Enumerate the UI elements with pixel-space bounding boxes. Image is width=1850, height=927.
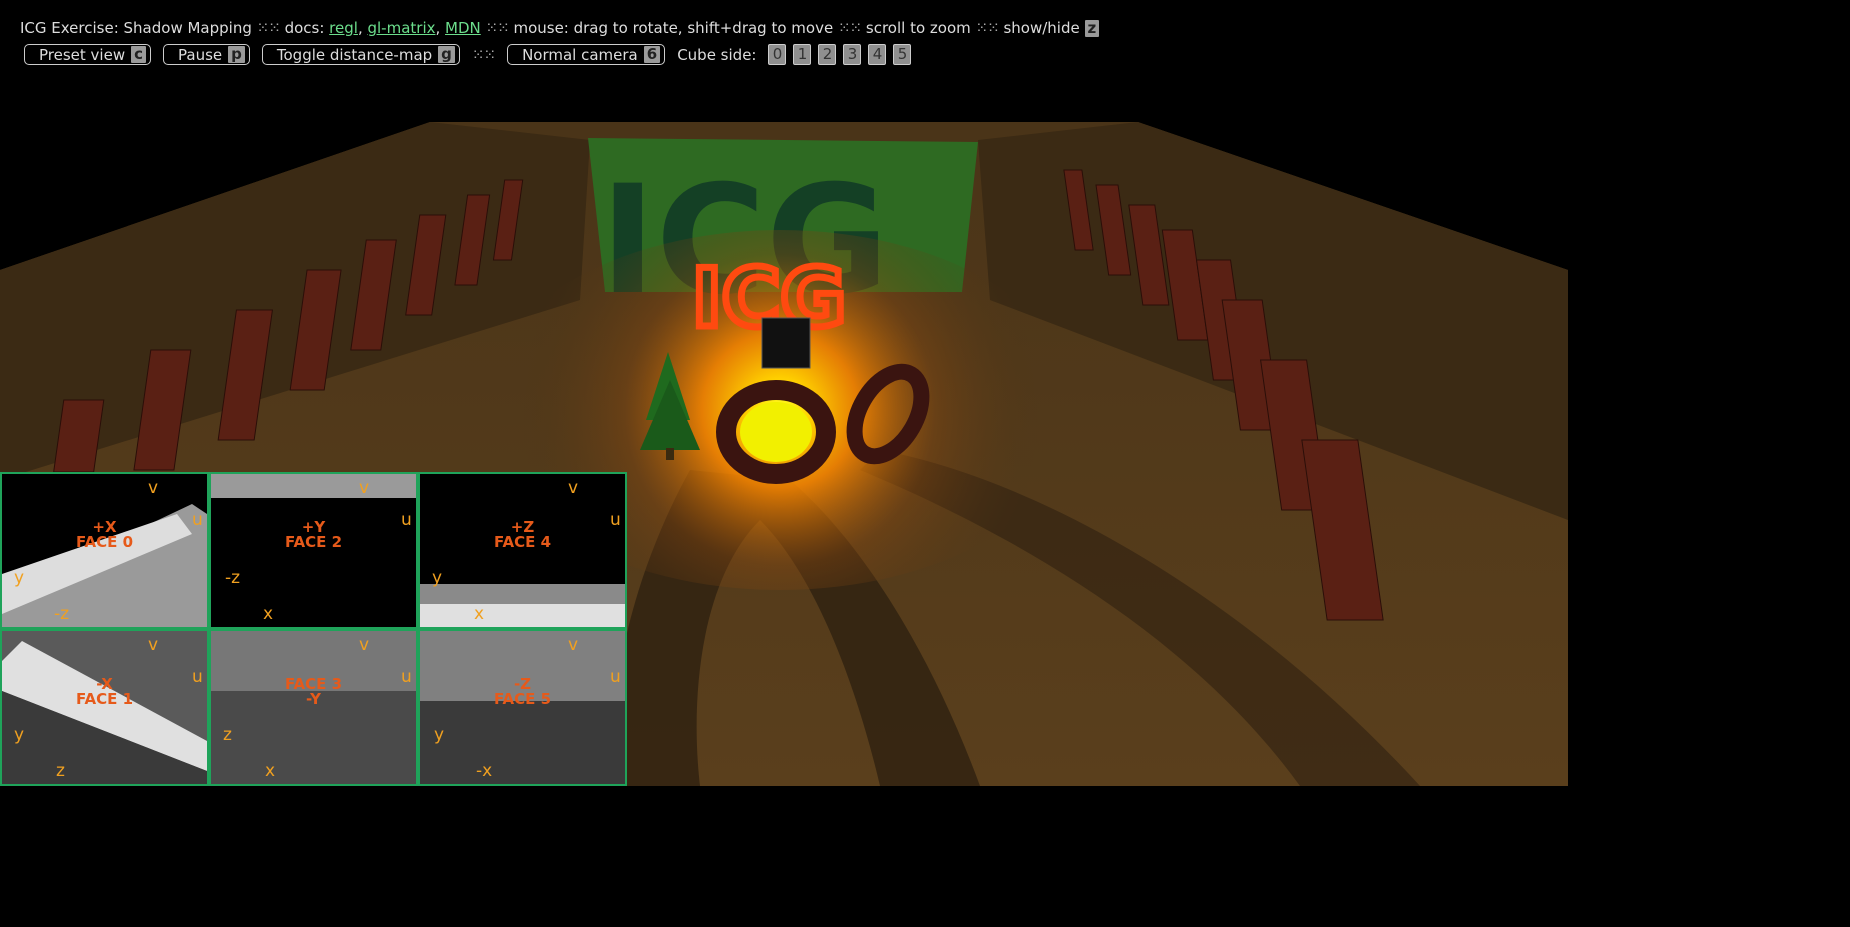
face-panel: FACE 3 -Y v u z x [209, 629, 418, 786]
mdn-link[interactable]: MDN [445, 19, 481, 37]
v-axis-label: v [148, 635, 159, 655]
face-render [420, 631, 625, 784]
face-panel: -Z FACE 5 v u y -x [418, 629, 627, 786]
preset-view-button[interactable]: Preset view c [24, 44, 151, 65]
normal-camera-key: 6 [643, 46, 661, 63]
toggle-distance-map-button[interactable]: Toggle distance-map g [261, 44, 460, 65]
right-axis-label: -x [476, 761, 493, 781]
up-axis-label: z [223, 725, 232, 745]
up-axis-label: y [434, 725, 445, 745]
normal-camera-button[interactable]: Normal camera 6 [507, 44, 666, 65]
cube-side-label: Cube side: [677, 45, 757, 64]
toggle-distance-map-key: g [438, 46, 455, 63]
showhide-key: z [1084, 20, 1100, 37]
showhide-label: show/hide [1003, 19, 1080, 37]
u-axis-label: u [401, 667, 412, 687]
cube-side-selector: 0 1 2 3 4 5 [768, 44, 912, 65]
preset-view-key: c [131, 46, 146, 63]
right-axis-label: z [56, 761, 65, 781]
scroll-help: scroll to zoom [865, 19, 971, 37]
v-axis-label: v [359, 478, 370, 498]
face-render [2, 631, 207, 784]
u-axis-label: u [192, 510, 203, 530]
pause-button[interactable]: Pause p [163, 44, 250, 65]
face-label: +Y FACE 2 [284, 518, 343, 551]
u-axis-label: u [192, 667, 203, 687]
regl-link[interactable]: regl [329, 19, 358, 37]
pause-label: Pause [178, 45, 223, 64]
toggle-distance-map-label: Toggle distance-map [276, 45, 433, 64]
up-axis-label: y [14, 568, 25, 588]
face-panel: -X FACE 1 v u y z [0, 629, 209, 786]
cube-side-4-button[interactable]: 4 [868, 44, 887, 65]
cube-side-5-button[interactable]: 5 [893, 44, 912, 65]
docs-label: docs: [284, 19, 325, 37]
face-label: +Z FACE 4 [493, 518, 552, 551]
up-axis-label: y [14, 725, 25, 745]
face-panel: +X FACE 0 v u y -z [0, 472, 209, 629]
face-label: FACE 3 -Y [284, 675, 343, 708]
face-label: -Z FACE 5 [493, 675, 552, 708]
preset-view-label: Preset view [39, 45, 126, 64]
cube-side-1-button[interactable]: 1 [793, 44, 812, 65]
right-axis-label: x [265, 761, 276, 781]
cube-side-2-button[interactable]: 2 [818, 44, 837, 65]
distance-map-grid: +X FACE 0 v u y -z +Y FACE 2 v u -z x +Z FA… [0, 472, 627, 786]
cube-side-3-button[interactable]: 3 [843, 44, 862, 65]
face-panel: +Z FACE 4 v u y x [418, 472, 627, 629]
normal-camera-label: Normal camera [522, 45, 638, 64]
v-axis-label: v [359, 635, 370, 655]
up-axis-label: y [432, 568, 443, 588]
up-axis-label: -z [225, 568, 241, 588]
v-axis-label: v [568, 635, 579, 655]
pause-key: p [228, 46, 245, 63]
toolbar: Preset view c Pause p Toggle distance-ma… [24, 44, 912, 65]
gl-matrix-link[interactable]: gl-matrix [367, 19, 435, 37]
u-axis-label: u [610, 510, 621, 530]
face-label: -X FACE 1 [75, 675, 134, 708]
face-panel: +Y FACE 2 v u -z x [209, 472, 418, 629]
mouse-help: mouse: drag to rotate, shift+drag to mov… [513, 19, 834, 37]
right-axis-label: -z [54, 604, 70, 624]
v-axis-label: v [568, 478, 579, 498]
u-axis-label: u [401, 510, 412, 530]
right-axis-label: x [474, 604, 485, 624]
separator: ⁙⁙ [471, 45, 496, 64]
app-title: ICG Exercise: Shadow Mapping [20, 19, 252, 37]
separator: ⁙⁙ [837, 19, 862, 37]
separator: ⁙⁙ [975, 19, 1000, 37]
help-bar: ICG Exercise: Shadow Mapping ⁙⁙ docs: re… [20, 18, 1568, 38]
cube-side-0-button[interactable]: 0 [768, 44, 787, 65]
face-label: +X FACE 0 [75, 518, 134, 551]
face-render [211, 631, 416, 784]
v-axis-label: v [148, 478, 159, 498]
separator: ⁙⁙ [256, 19, 281, 37]
u-axis-label: u [610, 667, 621, 687]
right-axis-label: x [263, 604, 274, 624]
separator: ⁙⁙ [485, 19, 510, 37]
